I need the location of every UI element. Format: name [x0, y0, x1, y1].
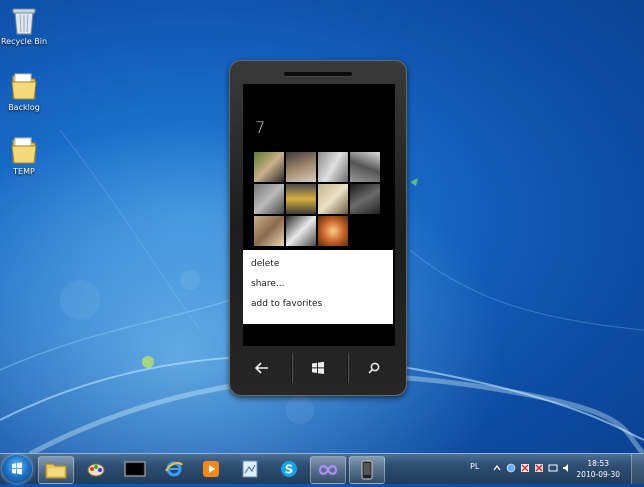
desktop-icon-label: Recycle Bin [0, 37, 48, 46]
language-indicator[interactable]: PL [470, 462, 479, 471]
context-menu: delete share... add to favorites [243, 250, 393, 324]
start-orb[interactable] [2, 455, 32, 483]
action-center-icon[interactable] [520, 463, 530, 473]
phone-emulator-window[interactable]: 7 delete share... add to favorites [229, 60, 407, 396]
taskbar-console[interactable] [118, 456, 152, 482]
photo-thumbnail[interactable] [286, 152, 316, 182]
photo-thumbnail[interactable] [286, 216, 316, 246]
show-hidden-icons-icon[interactable] [492, 463, 502, 473]
media-player-icon [203, 461, 219, 477]
svg-text:S: S [285, 463, 294, 477]
back-button[interactable] [233, 349, 291, 387]
taskbar: S PL 18:53 2010-09-30 [0, 453, 644, 484]
console-icon [124, 461, 146, 477]
taskbar-phone-emulator[interactable] [349, 456, 385, 484]
phone-emulator-icon [361, 460, 373, 480]
photo-thumbnail[interactable] [350, 152, 380, 182]
folder-icon [9, 134, 39, 166]
skype-icon: S [281, 461, 297, 477]
menu-item-add-to-favorites[interactable]: add to favorites [243, 294, 393, 314]
desktop-icon-temp[interactable]: TEMP [0, 134, 54, 177]
search-icon [368, 362, 380, 374]
taskbar-document[interactable] [233, 456, 267, 482]
taskbar-paint[interactable] [79, 456, 113, 482]
clock[interactable]: 18:53 2010-09-30 [576, 458, 620, 480]
photo-thumbnail[interactable] [254, 184, 284, 214]
photo-thumbnail[interactable] [254, 216, 284, 246]
taskbar-media-player[interactable] [194, 456, 228, 482]
windows-logo-icon [12, 462, 22, 475]
taskbar-internet-explorer[interactable] [157, 456, 191, 482]
desktop-icon-recycle-bin[interactable]: Recycle Bin [0, 4, 54, 47]
flag-icon[interactable] [534, 463, 544, 473]
phone-speaker [284, 72, 352, 76]
desktop-icon-backlog[interactable]: Backlog [0, 70, 54, 113]
search-button[interactable] [345, 349, 403, 387]
taskbar-skype[interactable]: S [272, 456, 306, 482]
menu-item-delete[interactable]: delete [243, 254, 393, 274]
photo-thumbnail[interactable] [350, 184, 380, 214]
visual-studio-icon [318, 465, 338, 475]
phone-hardware-buttons [229, 349, 407, 389]
internet-explorer-icon [165, 461, 183, 477]
recycle-bin-icon [9, 4, 39, 36]
back-icon [255, 362, 268, 374]
photo-thumbnail[interactable] [318, 152, 348, 182]
system-tray: PL 18:53 2010-09-30 [464, 454, 644, 484]
volume-icon[interactable] [562, 463, 572, 473]
taskbar-windows-explorer[interactable] [38, 456, 74, 484]
paint-icon [87, 463, 105, 477]
folder-icon [9, 70, 39, 102]
phone-screen[interactable]: 7 delete share... add to favorites [243, 84, 395, 346]
taskbar-visual-studio[interactable] [310, 456, 346, 484]
photo-thumbnail[interactable] [286, 184, 316, 214]
album-title: 7 [255, 118, 266, 137]
menu-item-share[interactable]: share... [243, 274, 393, 294]
desktop-icon-label: Backlog [8, 103, 40, 112]
desktop-icon-label: TEMP [13, 167, 35, 176]
show-desktop-button[interactable] [631, 454, 644, 484]
document-icon [242, 460, 258, 478]
network-status-icon[interactable] [506, 463, 516, 473]
clock-date: 2010-09-30 [576, 470, 620, 479]
start-button[interactable] [289, 349, 347, 387]
windows-start-icon [312, 361, 324, 374]
windows-explorer-icon [45, 463, 67, 479]
display-icon[interactable] [548, 463, 558, 473]
photo-thumbnail[interactable] [318, 216, 348, 246]
photo-thumbnail[interactable] [318, 184, 348, 214]
clock-time: 18:53 [587, 459, 610, 468]
photo-thumbnail[interactable] [254, 152, 284, 182]
